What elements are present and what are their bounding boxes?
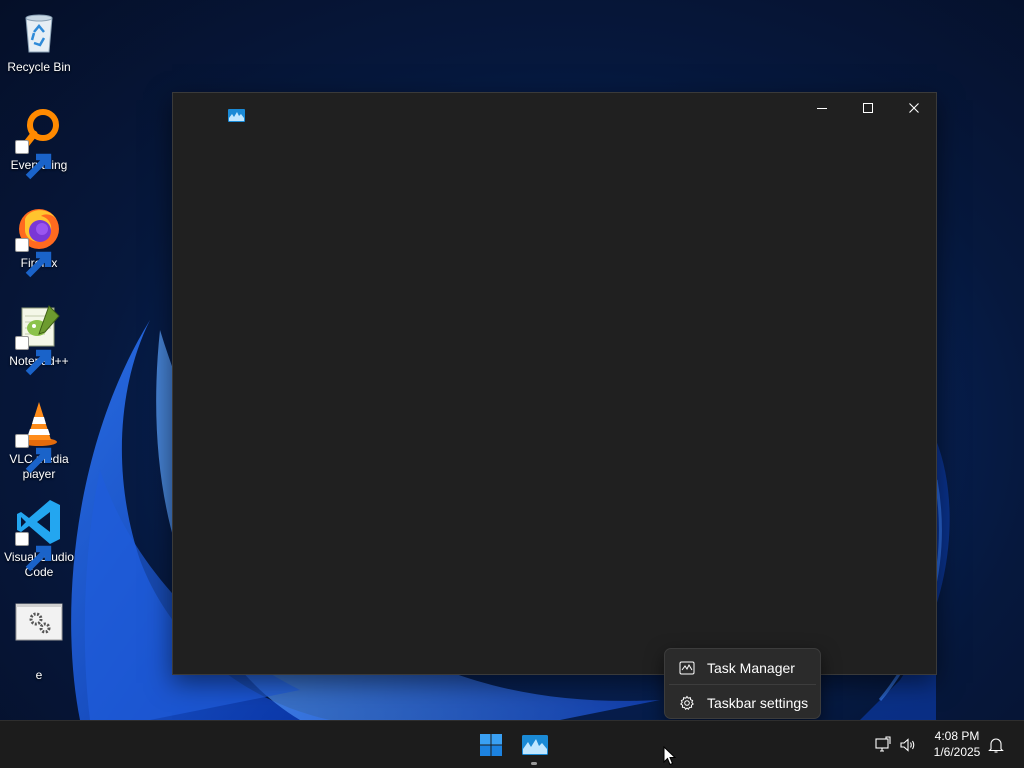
minimize-icon: [817, 108, 827, 109]
shortcut-arrow-icon: [15, 140, 52, 180]
desktop-icon-vlc[interactable]: VLC media player: [2, 400, 76, 482]
shortcut-arrow-icon: [15, 336, 52, 376]
desktop[interactable]: Recycle Bin Everything Firefox Notepad++…: [0, 0, 1024, 720]
recycle-bin-icon: [15, 8, 63, 56]
network-button[interactable]: [873, 735, 893, 755]
taskbar-task-manager-button[interactable]: [515, 725, 555, 765]
taskbar-context-menu: Task Manager Taskbar settings: [664, 648, 821, 719]
minimize-button[interactable]: [799, 93, 845, 123]
mouse-pointer-icon: [663, 746, 677, 766]
bell-icon: [988, 738, 1004, 753]
desktop-icon-vscode[interactable]: Visual Studio Code: [2, 498, 76, 580]
maximize-icon: [863, 103, 873, 113]
vlc-cone-icon: [15, 400, 63, 474]
maximize-button[interactable]: [845, 93, 891, 123]
window-content-area: [173, 123, 936, 674]
clock-time: 4:08 PM: [934, 729, 980, 743]
start-button[interactable]: [471, 725, 511, 765]
task-manager-icon: [522, 735, 548, 755]
desktop-icon-recycle-bin[interactable]: Recycle Bin: [2, 8, 76, 75]
menu-item-label: Taskbar settings: [707, 694, 809, 711]
active-app-indicator: [531, 762, 537, 765]
menu-item-label: Task Manager: [707, 659, 795, 676]
close-button[interactable]: [891, 93, 937, 123]
gear-icon: [680, 695, 694, 710]
notepad-plus-plus-icon: [15, 302, 63, 376]
taskbar-clock[interactable]: 4:08 PM 1/6/2025: [922, 728, 992, 760]
desktop-icon-notepad-plus-plus[interactable]: Notepad++: [2, 302, 76, 376]
window-titlebar[interactable]: [173, 93, 936, 123]
volume-icon: [900, 738, 915, 752]
desktop-icon-firefox[interactable]: Firefox: [2, 204, 76, 278]
volume-button[interactable]: [898, 735, 918, 755]
windows-start-icon: [480, 734, 502, 756]
clock-date: 1/6/2025: [933, 745, 981, 759]
menu-item-task-manager[interactable]: Task Manager: [669, 652, 816, 683]
notifications-button[interactable]: [986, 735, 1006, 755]
menu-item-taskbar-settings[interactable]: Taskbar settings: [669, 687, 816, 718]
taskbar[interactable]: 4:08 PM 1/6/2025: [0, 720, 1024, 768]
vscode-icon: [15, 498, 63, 572]
everything-search-icon: [15, 106, 63, 180]
menu-separator: [669, 684, 816, 685]
desktop-icon-label: Recycle Bin: [7, 60, 71, 74]
task-manager-icon: [228, 109, 245, 122]
task-manager-icon: [679, 661, 695, 674]
network-icon: [875, 736, 891, 752]
desktop-icon-label: e: [35, 668, 43, 682]
task-manager-window[interactable]: [172, 92, 937, 675]
shortcut-arrow-icon: [15, 532, 52, 572]
shortcut-arrow-icon: [15, 434, 52, 474]
settings-gears-icon: [15, 600, 63, 648]
desktop-icon-everything[interactable]: Everything: [2, 106, 76, 180]
shortcut-arrow-icon: [15, 238, 52, 278]
desktop-icon-e[interactable]: e: [2, 600, 76, 683]
close-icon: [909, 103, 919, 113]
firefox-icon: [15, 204, 63, 278]
